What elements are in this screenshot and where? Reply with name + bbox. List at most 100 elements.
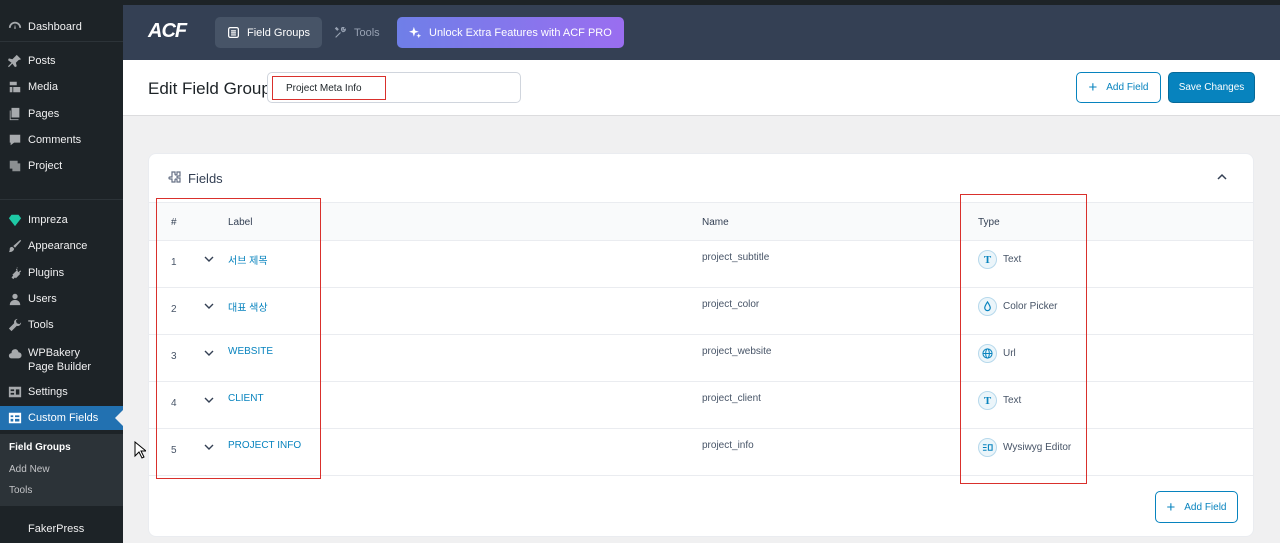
menu-label: FakerPress <box>28 523 85 535</box>
field-name: project_subtitle <box>702 252 770 263</box>
menu-plugins[interactable]: Plugins <box>0 261 123 285</box>
menu-settings[interactable]: Settings <box>0 380 123 404</box>
group-title-field <box>267 72 521 103</box>
table-row[interactable]: 2 대표 색상 project_color Color Picker <box>149 288 1253 335</box>
menu-users[interactable]: Users <box>0 287 123 311</box>
type-label: Text <box>1003 254 1022 265</box>
field-number: 1 <box>171 257 177 268</box>
menu-label: Comments <box>28 134 82 146</box>
admin-bar-strip <box>123 0 1280 5</box>
field-number: 5 <box>171 445 177 456</box>
menu-posts[interactable]: Posts <box>0 49 123 73</box>
field-number: 4 <box>171 398 177 409</box>
save-changes-button[interactable]: Save Changes <box>1168 72 1255 103</box>
chevron-down-icon[interactable] <box>202 440 216 454</box>
menu-label: WPBakery Page Builder <box>28 347 91 373</box>
type-label: Url <box>1003 348 1016 359</box>
menu-fakerpress[interactable]: FakerPress <box>0 517 123 541</box>
add-field-button[interactable]: + Add Field <box>1076 72 1161 103</box>
chevron-down-icon[interactable] <box>202 346 216 360</box>
menu-custom-fields[interactable]: Custom Fields <box>0 406 123 430</box>
menu-appearance[interactable]: Appearance <box>0 234 123 258</box>
menu-label: Media <box>28 81 58 93</box>
col-num: # <box>171 217 177 228</box>
globe-icon <box>978 344 997 363</box>
cloud-icon <box>7 346 22 361</box>
pages-icon <box>7 107 22 122</box>
text-type-icon: T <box>978 250 997 269</box>
chevron-down-icon[interactable] <box>202 393 216 407</box>
card-header: Fields <box>149 154 1253 203</box>
acf-logo: ACF <box>148 20 187 42</box>
menu-label: Plugins <box>28 267 65 279</box>
add-field-bottom-button[interactable]: + Add Field <box>1155 491 1238 523</box>
wrench-icon <box>7 318 22 333</box>
submenu-field-groups[interactable]: Field Groups <box>9 442 71 453</box>
field-label-link[interactable]: 서브 제목 <box>228 252 268 267</box>
field-label-link[interactable]: CLIENT <box>228 393 264 404</box>
menu-comments[interactable]: Comments <box>0 128 123 152</box>
menu-label: Custom Fields <box>28 412 99 424</box>
comment-icon <box>7 133 22 148</box>
chevron-down-icon[interactable] <box>202 252 216 266</box>
field-type: Wysiwyg Editor <box>978 438 1071 457</box>
menu-label: Appearance <box>28 240 88 252</box>
acf-topbar: ACF Field Groups Tools Unlock Extra Feat… <box>123 0 1280 60</box>
field-label-link[interactable]: PROJECT INFO <box>228 440 301 451</box>
table-row[interactable]: 5 PROJECT INFO project_info Wysiwyg Edit… <box>149 429 1253 476</box>
wysiwyg-icon <box>978 438 997 457</box>
menu-tools[interactable]: Tools <box>0 313 123 337</box>
pin-icon <box>7 54 22 69</box>
list-icon <box>228 27 239 38</box>
mouse-cursor-icon <box>134 441 146 459</box>
chevron-down-icon[interactable] <box>202 299 216 313</box>
table-row[interactable]: 1 서브 제목 project_subtitle T Text <box>149 241 1253 288</box>
chevron-up-icon[interactable] <box>1215 170 1229 184</box>
menu-label: Settings <box>28 386 68 398</box>
menu-media[interactable]: Media <box>0 75 123 99</box>
table-icon <box>7 411 22 426</box>
text-type-icon: T <box>978 391 997 410</box>
page-title: Edit Field Group <box>148 79 271 98</box>
type-label: Color Picker <box>1003 301 1058 312</box>
tools-icon <box>334 26 346 38</box>
group-title-input[interactable] <box>272 76 386 100</box>
table-row[interactable]: 3 WEBSITE project_website Url <box>149 335 1253 382</box>
nav-field-groups[interactable]: Field Groups <box>215 17 322 48</box>
table-row[interactable]: 4 CLIENT project_client T Text <box>149 382 1253 429</box>
custom-fields-submenu: Field Groups Add New Tools <box>0 434 123 506</box>
submenu-add-new[interactable]: Add New <box>9 464 50 475</box>
field-type: Url <box>978 344 1016 363</box>
edit-header: Edit Field Group + Add Field Save Change… <box>123 60 1280 116</box>
col-label: Label <box>228 217 253 228</box>
brush-icon <box>7 239 22 254</box>
nav-tools[interactable]: Tools <box>322 17 392 48</box>
dashboard-icon <box>7 20 22 35</box>
menu-pages[interactable]: Pages <box>0 102 123 126</box>
button-label: Save Changes <box>1178 82 1245 93</box>
field-label-link[interactable]: WEBSITE <box>228 346 273 357</box>
menu-label: Dashboard <box>28 21 82 33</box>
field-name: project_color <box>702 299 760 310</box>
button-label: Add Field <box>1184 501 1227 513</box>
field-name: project_client <box>702 393 761 404</box>
menu-impreza[interactable]: Impreza <box>0 208 123 232</box>
sparkle-icon <box>409 26 422 39</box>
menu-wpbakery[interactable]: WPBakery Page Builder <box>0 342 123 378</box>
card-title: Fields <box>188 171 223 186</box>
fields-card: Fields # Label Name Type 1 서브 제목 project… <box>148 153 1254 537</box>
diamond-icon <box>7 213 22 228</box>
admin-sidebar: Dashboard Posts Media Pages Comments Pro… <box>0 0 123 543</box>
menu-project[interactable]: Project <box>0 154 123 178</box>
field-type: T Text <box>978 391 1021 410</box>
button-label: Add Field <box>1106 82 1149 93</box>
submenu-tools[interactable]: Tools <box>9 485 32 496</box>
unlock-pro-button[interactable]: Unlock Extra Features with ACF PRO <box>397 17 624 48</box>
field-label-link[interactable]: 대표 색상 <box>228 299 268 314</box>
menu-dashboard[interactable]: Dashboard <box>0 15 123 39</box>
menu-label: Impreza <box>28 214 68 226</box>
plug-icon <box>7 266 22 281</box>
nav-label: Tools <box>354 26 380 39</box>
field-number: 3 <box>171 351 177 362</box>
nav-label: Unlock Extra Features with ACF PRO <box>429 26 612 39</box>
